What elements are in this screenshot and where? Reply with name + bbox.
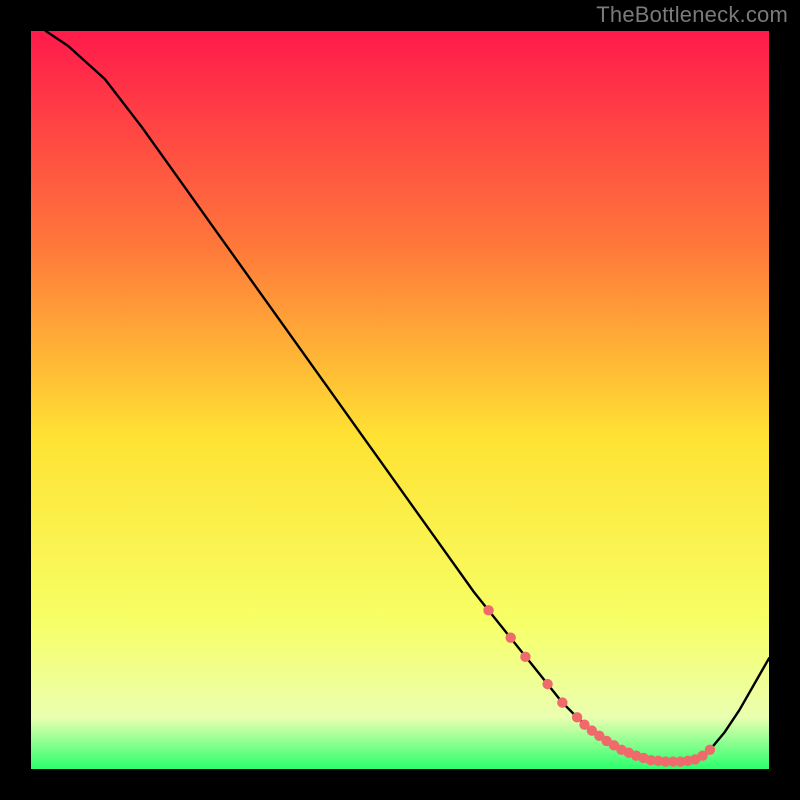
marker-dot (557, 697, 567, 707)
marker-dot (483, 605, 493, 615)
watermark-text: TheBottleneck.com (596, 2, 788, 28)
marker-dot (705, 745, 715, 755)
marker-dot (506, 632, 516, 642)
marker-dot (572, 712, 582, 722)
marker-dot (542, 679, 552, 689)
marker-dot (520, 652, 530, 662)
gradient-background (31, 31, 769, 769)
bottleneck-chart (31, 31, 769, 769)
chart-frame: TheBottleneck.com (0, 0, 800, 800)
